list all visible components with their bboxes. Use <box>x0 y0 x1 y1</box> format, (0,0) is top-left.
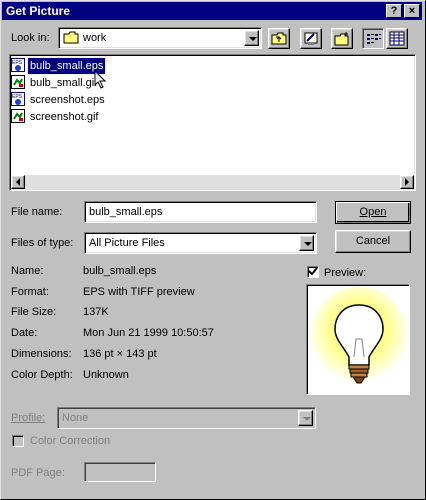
arrow-right-icon <box>405 178 409 186</box>
profile-value: None <box>62 412 89 424</box>
dialog-title: Get Picture <box>6 4 71 18</box>
pdf-page-input[interactable] <box>84 462 156 482</box>
color-correction-checkbox[interactable] <box>12 435 24 447</box>
file-name-value: bulb_small.eps <box>89 206 163 218</box>
new-folder-button[interactable] <box>331 28 353 49</box>
info-format-label: Format: <box>11 286 49 298</box>
info-date-value: Mon Jun 21 1999 10:50:57 <box>83 327 214 339</box>
file-name-label: File name: <box>11 206 63 218</box>
folder-icon <box>63 31 79 44</box>
preview-label: Preview: <box>324 267 367 279</box>
preview-checkbox[interactable] <box>307 266 319 278</box>
arrow-left-icon <box>16 178 20 186</box>
up-folder-button[interactable] <box>268 28 290 49</box>
info-name-value: bulb_small.eps <box>83 265 157 277</box>
look-in-dropdown[interactable]: work <box>58 27 262 49</box>
info-name-label: Name: <box>11 265 44 277</box>
checkmark-icon <box>308 267 318 276</box>
file-name: screenshot.eps <box>30 94 105 106</box>
desktop-icon <box>304 32 318 45</box>
mouse-cursor-icon <box>94 70 107 89</box>
info-dimensions-value: 136 pt × 143 pt <box>83 348 157 360</box>
gif-file-icon <box>11 109 25 123</box>
light-bulb-image <box>309 287 409 394</box>
info-format-value: EPS with TIFF preview <box>83 286 195 298</box>
scroll-right-button[interactable] <box>400 175 414 189</box>
look-in-label: Look in: <box>11 32 50 44</box>
preview-pane <box>306 284 410 395</box>
files-of-type-dropdown-arrow[interactable] <box>299 235 314 251</box>
color-correction-label: Color Correction <box>30 435 111 447</box>
look-in-value: work <box>83 32 107 44</box>
file-name: screenshot.gif <box>30 111 99 123</box>
eps-file-icon: EPS <box>11 58 25 72</box>
up-folder-icon <box>271 32 287 45</box>
files-of-type-value: All Picture Files <box>89 237 165 249</box>
new-folder-icon <box>334 32 349 46</box>
open-label: Open <box>359 206 387 218</box>
files-of-type-label: Files of type: <box>11 237 74 249</box>
info-depth-label: Color Depth: <box>11 369 73 381</box>
profile-dropdown[interactable]: None <box>57 407 316 429</box>
pdf-page-label: PDF Page: <box>11 467 65 479</box>
open-button[interactable]: Open <box>335 201 411 224</box>
list-view-button[interactable] <box>362 28 384 49</box>
gif-file-icon <box>11 75 25 89</box>
info-dimensions-label: Dimensions: <box>11 348 72 360</box>
details-view-icon <box>389 31 405 46</box>
info-depth-value: Unknown <box>83 369 129 381</box>
info-date-label: Date: <box>11 327 38 339</box>
file-name-input[interactable]: bulb_small.eps <box>84 201 317 223</box>
profile-dropdown-arrow[interactable] <box>298 410 313 426</box>
info-size-value: 137K <box>83 306 109 318</box>
info-size-label: File Size: <box>11 306 57 318</box>
help-button[interactable]: ? <box>386 4 402 18</box>
files-of-type-dropdown[interactable]: All Picture Files <box>84 232 317 254</box>
title-bar[interactable]: Get Picture ? × <box>2 2 422 20</box>
file-name: bulb_small.gif <box>30 77 98 89</box>
horizontal-scrollbar[interactable] <box>11 175 414 189</box>
look-in-dropdown-arrow[interactable] <box>244 30 259 46</box>
list-view-icon <box>367 34 381 44</box>
profile-label: Profile: <box>11 412 46 424</box>
scroll-left-button[interactable] <box>11 175 25 189</box>
cancel-button[interactable]: Cancel <box>335 230 411 253</box>
close-button[interactable]: × <box>404 4 420 18</box>
cancel-label: Cancel <box>355 235 391 247</box>
details-view-button[interactable] <box>386 28 408 49</box>
desktop-button[interactable] <box>300 28 322 49</box>
eps-file-icon: EPS <box>11 92 25 106</box>
